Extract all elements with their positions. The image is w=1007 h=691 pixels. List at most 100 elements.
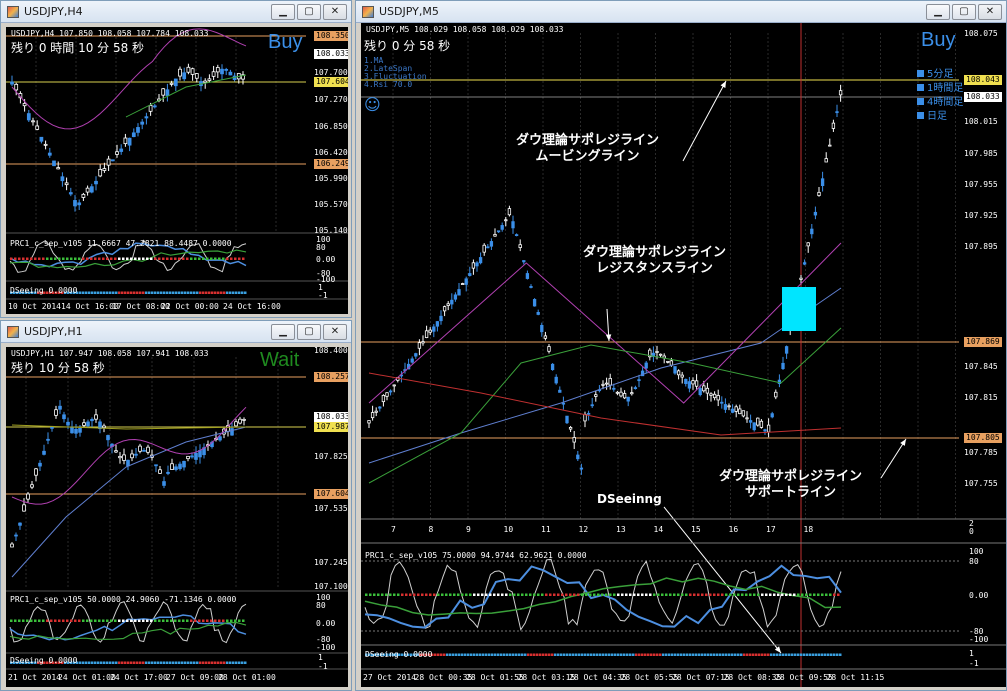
price-axis-label: 107.869 xyxy=(964,337,1002,347)
hour-axis-label: 7 xyxy=(391,525,396,534)
candlestick xyxy=(666,360,670,364)
candlestick xyxy=(604,377,609,390)
candlestick xyxy=(694,374,699,391)
candlestick xyxy=(52,160,56,167)
price-chart-h4[interactable]: USDJPY,H4 107.850 108.058 107.784 108.03… xyxy=(6,27,348,314)
candlestick xyxy=(450,293,454,310)
time-axis-label: 24 Oct 01:00 xyxy=(58,673,116,682)
candlestick xyxy=(106,155,111,172)
candlestick xyxy=(150,449,154,461)
time-axis-label: 14 Oct 16:00 xyxy=(61,302,119,311)
timeframe-1hour[interactable]: 1時間足 xyxy=(917,79,963,94)
ohlc-readout: USDJPY,H4 107.850 108.058 107.784 108.03… xyxy=(11,29,209,38)
candlestick xyxy=(464,276,468,292)
oscillator-label: PRC1_c_sep_v105 50.0000 24.9060 -71.1346… xyxy=(10,595,237,604)
candlestick xyxy=(381,394,386,407)
candlestick xyxy=(622,390,627,400)
close-button[interactable]: ✕ xyxy=(323,4,347,20)
maximize-button[interactable]: ▢ xyxy=(952,4,976,20)
candlestick xyxy=(734,404,738,418)
candlestick xyxy=(421,335,425,346)
candlestick xyxy=(22,498,26,512)
chart-window-icon xyxy=(7,325,19,338)
candlestick xyxy=(38,460,42,471)
candlestick xyxy=(460,282,465,285)
chart-canvas-m5 xyxy=(361,23,1006,687)
candlestick xyxy=(637,374,641,388)
candlestick xyxy=(178,66,182,81)
window-titlebar[interactable]: USDJPY,H1 ▁ ▢ ✕ xyxy=(1,321,351,343)
candlestick xyxy=(648,348,652,361)
candlestick xyxy=(162,476,166,489)
candlestick xyxy=(576,450,580,462)
candlestick xyxy=(475,261,479,272)
candlestick xyxy=(468,266,472,277)
minimize-button[interactable]: ▁ xyxy=(271,324,295,340)
ohlc-readout: USDJPY,M5 108.029 108.058 108.029 108.03… xyxy=(366,25,564,34)
candlestick xyxy=(10,75,14,87)
maximize-button[interactable]: ▢ xyxy=(297,324,321,340)
candlestick xyxy=(39,136,44,144)
price-axis-label: 107.815 xyxy=(964,393,998,402)
candlestick xyxy=(43,140,48,150)
candlestick xyxy=(138,443,142,454)
timeframe-daily[interactable]: 日足 xyxy=(917,107,947,122)
candlestick xyxy=(385,392,389,401)
candlestick xyxy=(558,386,562,393)
timeframe-5min[interactable]: 5分足 xyxy=(917,65,953,80)
minimize-button[interactable]: ▁ xyxy=(926,4,950,20)
candlestick xyxy=(90,417,94,427)
candlestick xyxy=(824,152,828,163)
annotation-resistance-line: ダウ理論サポレジライン レジスタンスライン xyxy=(583,245,727,276)
candlestick xyxy=(414,352,418,359)
ohlc-readout: USDJPY,H1 107.947 108.058 107.941 108.03… xyxy=(11,349,209,358)
candlestick xyxy=(242,417,246,426)
candlestick xyxy=(550,363,555,371)
time-axis-label: 28 Oct 01:55 xyxy=(466,673,524,682)
price-axis-label: 108.033 xyxy=(314,49,348,59)
price-chart-m5[interactable]: USDJPY,M5 108.029 108.058 108.029 108.03… xyxy=(361,23,1006,687)
candlestick xyxy=(370,405,375,421)
candlestick xyxy=(774,389,778,400)
time-axis-label: 28 Oct 09:55 xyxy=(775,673,833,682)
candlestick xyxy=(165,83,170,102)
close-button[interactable]: ✕ xyxy=(978,4,1002,20)
candlestick xyxy=(532,298,537,307)
window-usdjpy-m5[interactable]: USDJPY,M5 ▁ ▢ ✕ USDJPY,M5 108.029 108.05… xyxy=(355,0,1007,691)
candlestick xyxy=(518,239,522,252)
maximize-button[interactable]: ▢ xyxy=(297,4,321,20)
candlestick xyxy=(98,419,102,434)
close-button[interactable]: ✕ xyxy=(323,324,347,340)
candlestick xyxy=(77,199,82,210)
oscillator-scale-label: 0 xyxy=(969,527,974,536)
price-chart-h1[interactable]: USDJPY,H1 107.947 108.058 107.941 108.03… xyxy=(6,347,348,687)
candlestick xyxy=(432,324,436,338)
minimize-button[interactable]: ▁ xyxy=(271,4,295,20)
candlestick xyxy=(126,459,130,471)
candlestick xyxy=(58,400,62,414)
window-titlebar[interactable]: USDJPY,M5 ▁ ▢ ✕ xyxy=(356,1,1006,23)
candlestick xyxy=(367,420,371,428)
candlestick xyxy=(504,216,508,227)
time-axis-label: 22 Oct 00:00 xyxy=(161,302,219,311)
annotation-dseeing: DSeeinng xyxy=(597,492,662,506)
hour-axis-label: 12 xyxy=(578,525,589,534)
window-usdjpy-h4[interactable]: USDJPY,H4 ▁ ▢ ✕ USDJPY,H4 107.850 108.05… xyxy=(0,0,352,318)
dseeing-scale-label: 1 xyxy=(969,649,974,658)
candlestick xyxy=(186,455,190,462)
price-axis-label: 106.850 xyxy=(314,122,348,131)
window-titlebar[interactable]: USDJPY,H4 ▁ ▢ ✕ xyxy=(1,1,351,23)
window-title: USDJPY,H4 xyxy=(24,5,83,18)
candlestick xyxy=(723,398,728,413)
candlestick xyxy=(457,282,461,296)
candlestick xyxy=(543,331,548,341)
window-usdjpy-h1[interactable]: USDJPY,H1 ▁ ▢ ✕ USDJPY,H1 107.947 108.05… xyxy=(0,320,352,691)
price-axis-label: 107.270 xyxy=(314,95,348,104)
candlestick xyxy=(182,460,186,471)
candlestick xyxy=(94,176,98,191)
candlestick xyxy=(81,192,86,201)
candlestick xyxy=(140,118,145,130)
remaining-time: 残り 0 分 58 秒 xyxy=(364,39,451,53)
timeframe-4hour[interactable]: 4時間足 xyxy=(917,93,963,108)
candlestick xyxy=(676,369,681,380)
